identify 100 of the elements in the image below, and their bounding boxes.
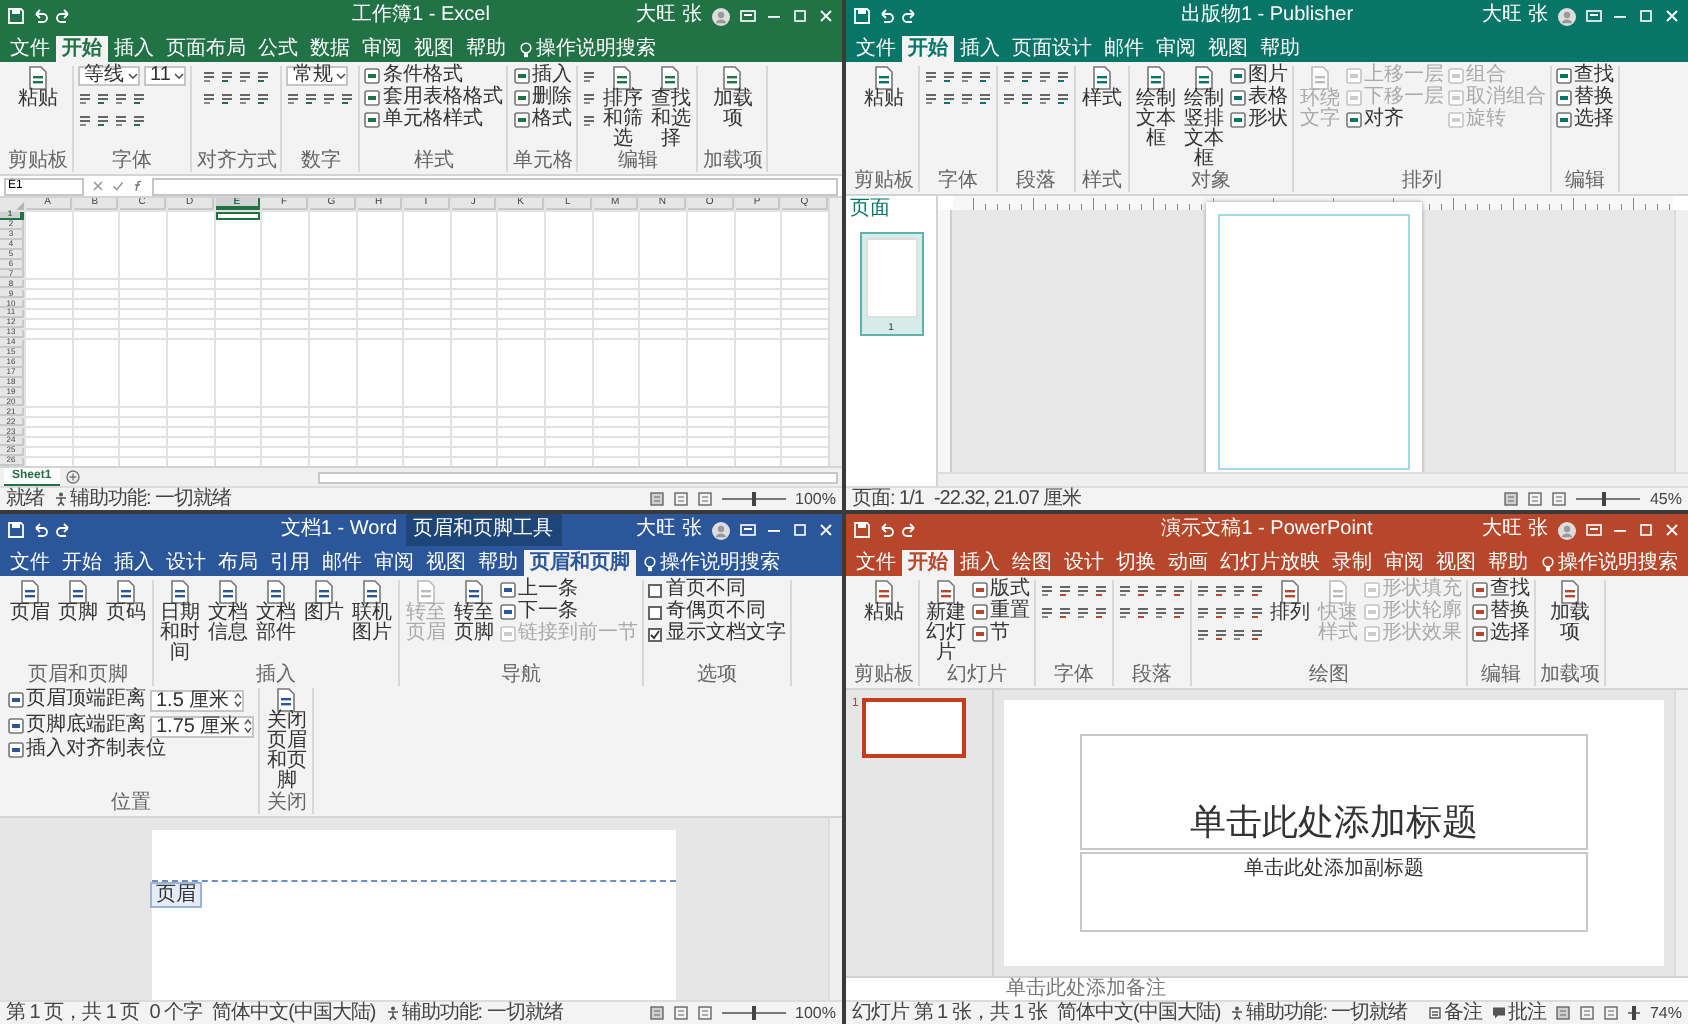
- ribbon-tab[interactable]: 开始: [56, 36, 108, 62]
- ribbon-display-icon[interactable]: [740, 522, 757, 538]
- ribbon-display-icon[interactable]: [1586, 522, 1602, 538]
- accessibility-status[interactable]: 辅助功能: 一切就绪: [1230, 1003, 1408, 1023]
- ribbon-tab[interactable]: 视图: [1430, 550, 1482, 576]
- avatar[interactable]: [1558, 521, 1576, 539]
- ribbon-button[interactable]: 格式: [513, 110, 572, 130]
- tell-me-search[interactable]: 操作说明搜索: [644, 550, 780, 576]
- notes-field[interactable]: 单击此处添加备注: [1006, 979, 1166, 999]
- format-icon[interactable]: [942, 69, 956, 83]
- view-icon[interactable]: [1603, 1006, 1618, 1020]
- ribbon-tab[interactable]: 动画: [1162, 550, 1214, 576]
- ribbon-tab[interactable]: 页眉和页脚: [524, 550, 636, 576]
- avatar[interactable]: [712, 521, 731, 539]
- format-icon[interactable]: [96, 113, 110, 127]
- format-icon[interactable]: [1058, 605, 1072, 619]
- ribbon-tab[interactable]: 审阅: [368, 550, 420, 576]
- format-icon[interactable]: [1038, 91, 1052, 105]
- ribbon-tab[interactable]: 帮助: [460, 36, 512, 62]
- ribbon-button[interactable]: 对齐: [1346, 110, 1444, 130]
- format-icon[interactable]: [1214, 583, 1228, 597]
- ribbon-tab[interactable]: 邮件: [1098, 36, 1150, 62]
- ribbon-button[interactable]: 查找和选择: [648, 66, 693, 150]
- maximize-icon[interactable]: [1638, 8, 1655, 24]
- spinner-icon[interactable]: [233, 692, 242, 708]
- ribbon-button[interactable]: 联机图片: [350, 580, 394, 644]
- ribbon-tab[interactable]: 插入: [108, 36, 160, 62]
- checkbox-option[interactable]: 奇偶页不同: [648, 602, 786, 622]
- ribbon-button[interactable]: 页码: [104, 580, 148, 624]
- zoom-slider[interactable]: [721, 492, 786, 506]
- ribbon-tab[interactable]: 审阅: [1378, 550, 1430, 576]
- avatar[interactable]: [712, 7, 730, 25]
- ribbon-button[interactable]: 图片: [302, 580, 346, 624]
- format-icon[interactable]: [304, 91, 319, 105]
- ribbon-tab[interactable]: 开始: [902, 550, 954, 576]
- ribbon-button[interactable]: 删除: [513, 88, 572, 108]
- ribbon-tab[interactable]: 帮助: [1482, 550, 1534, 576]
- format-icon[interactable]: [924, 69, 938, 83]
- checkbox-option[interactable]: 首页不同: [648, 580, 786, 600]
- ribbon-tab[interactable]: 开始: [56, 550, 108, 576]
- format-icon[interactable]: [1232, 583, 1246, 597]
- ribbon-button[interactable]: 插入对齐制表位: [8, 740, 255, 760]
- format-icon[interactable]: [1232, 605, 1246, 619]
- ribbon-button[interactable]: 粘贴: [862, 580, 906, 624]
- vertical-scrollbar[interactable]: [828, 818, 842, 1000]
- format-icon[interactable]: [220, 69, 235, 83]
- format-icon[interactable]: [202, 91, 217, 105]
- view-icon[interactable]: [1503, 492, 1518, 506]
- ribbon-tab[interactable]: 审阅: [356, 36, 408, 62]
- checkbox[interactable]: [648, 605, 662, 619]
- view-icon[interactable]: [697, 492, 712, 506]
- ribbon-tab[interactable]: 开始: [902, 36, 954, 62]
- format-icon[interactable]: [582, 91, 597, 105]
- format-icon[interactable]: [322, 91, 337, 105]
- format-icon[interactable]: [960, 91, 974, 105]
- format-icon[interactable]: [1020, 91, 1034, 105]
- format-icon[interactable]: [220, 91, 235, 105]
- format-icon[interactable]: [1020, 69, 1034, 83]
- ribbon-button[interactable]: 上一条: [500, 580, 638, 600]
- ribbon-tab[interactable]: 文件: [850, 36, 902, 62]
- ribbon-tab[interactable]: 插入: [108, 550, 160, 576]
- format-icon[interactable]: [582, 113, 597, 127]
- ribbon-display-icon[interactable]: [740, 8, 756, 24]
- view-icon[interactable]: [1527, 492, 1542, 506]
- ribbon-tab[interactable]: 页面布局: [160, 36, 252, 62]
- format-icon[interactable]: [978, 91, 992, 105]
- zoom-slider[interactable]: [1627, 1006, 1640, 1020]
- format-icon[interactable]: [1250, 605, 1264, 619]
- redo-icon[interactable]: [56, 8, 72, 24]
- slider-thumb[interactable]: [1602, 492, 1607, 506]
- ribbon-button[interactable]: 排序和筛选: [600, 66, 645, 150]
- view-icon[interactable]: [673, 492, 688, 506]
- formula-field[interactable]: [152, 177, 838, 195]
- format-icon[interactable]: [1172, 583, 1186, 597]
- format-icon[interactable]: [1040, 583, 1054, 597]
- ribbon-tab[interactable]: 帮助: [472, 550, 524, 576]
- ribbon-button[interactable]: 节: [972, 624, 1030, 644]
- ribbon-button[interactable]: 版式: [972, 580, 1030, 600]
- view-icon[interactable]: [697, 1006, 712, 1020]
- format-icon[interactable]: [1002, 69, 1016, 83]
- checkbox-option[interactable]: 显示文档文字: [648, 624, 786, 644]
- format-icon[interactable]: [238, 69, 253, 83]
- format-icon[interactable]: [1038, 69, 1052, 83]
- view-icon[interactable]: [1579, 1006, 1594, 1020]
- ribbon-tab[interactable]: 公式: [252, 36, 304, 62]
- view-icon[interactable]: [1551, 492, 1566, 506]
- close-icon[interactable]: [818, 522, 835, 538]
- format-icon[interactable]: [1232, 627, 1246, 641]
- undo-icon[interactable]: [878, 522, 894, 538]
- ribbon-tab[interactable]: 绘图: [1006, 550, 1058, 576]
- add-sheet-icon[interactable]: [65, 470, 80, 484]
- format-icon[interactable]: [114, 91, 128, 105]
- format-icon[interactable]: [1118, 605, 1132, 619]
- dropdown-field[interactable]: 常规: [286, 66, 349, 86]
- ribbon-button[interactable]: 新建幻灯片: [924, 580, 968, 664]
- ribbon-button[interactable]: 查找: [1472, 580, 1530, 600]
- format-icon[interactable]: [1076, 583, 1090, 597]
- format-icon[interactable]: [1056, 91, 1070, 105]
- ribbon-tab[interactable]: 文件: [850, 550, 902, 576]
- view-icon[interactable]: [1555, 1006, 1570, 1020]
